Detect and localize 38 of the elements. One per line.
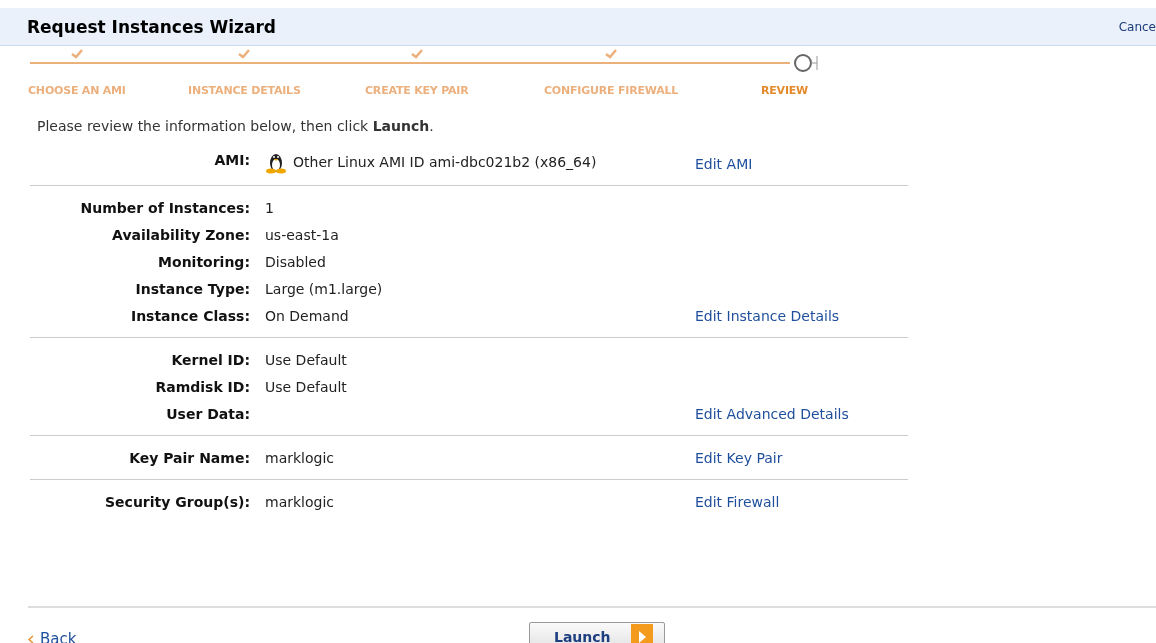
- field-value: Disabled: [265, 253, 326, 272]
- wizard-step: CHOOSE AN AMI: [28, 84, 126, 97]
- chevron-left-icon: [28, 635, 34, 643]
- intro-text: Please review the information below, then click Launch.: [37, 118, 435, 134]
- field-label: Kernel ID:: [170, 351, 250, 370]
- field-value: Use Default: [265, 378, 347, 397]
- field-label: Number of Instances:: [79, 199, 250, 218]
- cancel-link[interactable]: Cance: [1118, 19, 1156, 34]
- wizard-step: CONFIGURE FIREWALL: [544, 84, 679, 97]
- field-label: User Data:: [165, 405, 250, 424]
- edit-link[interactable]: Edit Firewall: [695, 492, 908, 512]
- edit-link[interactable]: Edit Key Pair: [695, 448, 908, 468]
- field-label: Security Group(s):: [104, 493, 250, 512]
- edit-link[interactable]: Edit Instance Details: [695, 306, 908, 326]
- field-value: Large (m1.large): [265, 280, 383, 299]
- wizard-step: REVIEW: [761, 84, 809, 97]
- play-icon: [630, 624, 653, 643]
- field-label: Instance Type:: [134, 280, 250, 299]
- wizard-title: Request Instances Wizard: [27, 16, 276, 37]
- field-label: Ramdisk ID:: [154, 378, 250, 397]
- field-value: Use Default: [265, 351, 347, 370]
- wizard-step: CREATE KEY PAIR: [365, 84, 469, 97]
- edit-link[interactable]: Edit AMI: [695, 154, 908, 174]
- field-label: Instance Class:: [129, 307, 250, 326]
- field-value: Other Linux AMI ID ami-dbc021b2 (x86_64): [293, 153, 597, 172]
- field-label: Key Pair Name:: [128, 449, 250, 468]
- launch-button[interactable]: Launch: [529, 622, 665, 643]
- field-value: On Demand: [265, 307, 349, 326]
- wizard-step: INSTANCE DETAILS: [188, 84, 301, 97]
- current-step-icon: [794, 52, 818, 74]
- field-value: marklogic: [265, 493, 334, 512]
- field-value: marklogic: [265, 449, 334, 468]
- field-label: Availability Zone:: [111, 226, 250, 245]
- field-value: us-east-1a: [265, 226, 339, 245]
- edit-link[interactable]: Edit Advanced Details: [695, 404, 908, 424]
- field-label: AMI:: [213, 151, 250, 170]
- field-label: Monitoring:: [157, 253, 250, 272]
- field-value: 1: [265, 199, 274, 218]
